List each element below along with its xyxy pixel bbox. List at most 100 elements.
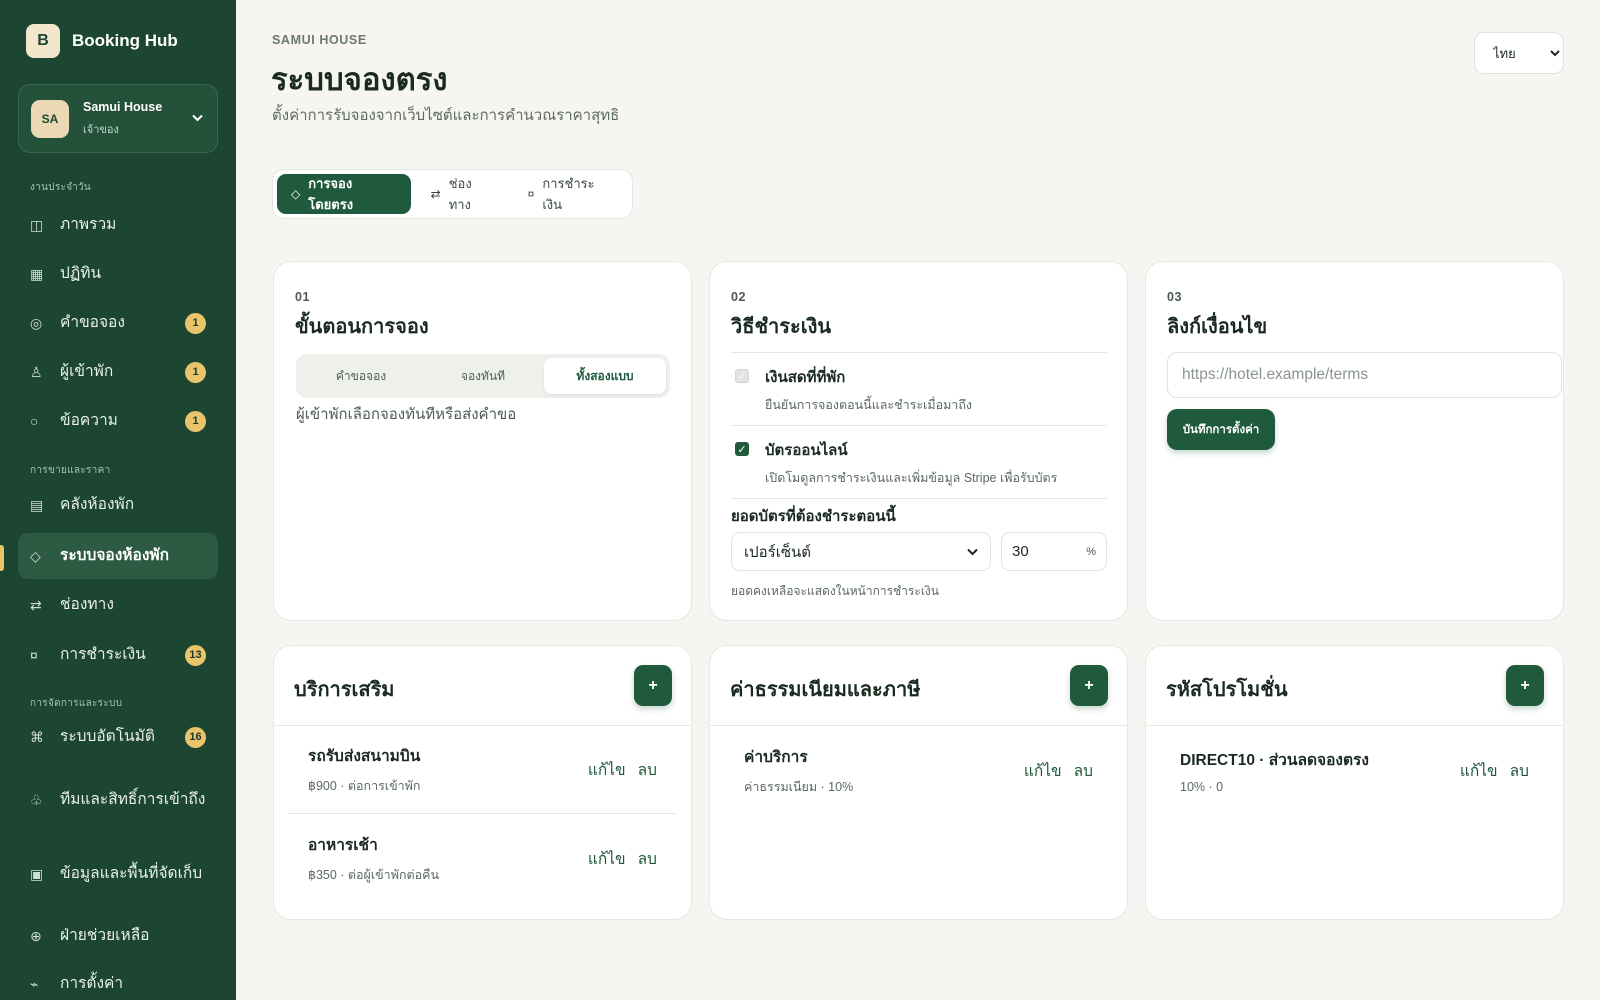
account-role: เจ้าของ	[83, 123, 119, 136]
sidebar-item-label: คลังห้องพัก	[60, 496, 135, 513]
brand-logo: B	[26, 24, 60, 58]
diamond-icon: ◇	[291, 187, 301, 201]
sidebar-item-label: คำขอจอง	[60, 314, 125, 331]
due-amount-input[interactable]: 30 %	[1001, 532, 1107, 571]
sidebar-item-label: ผู้เข้าพัก	[60, 363, 114, 380]
nav-section-daily: งานประจำวัน	[30, 182, 92, 193]
sidebar-item-label: การตั้งค่า	[60, 975, 124, 992]
storage-icon: ▣	[30, 865, 44, 882]
payment-method-cash: ✓ เงินสดที่ที่พัก ยืนยันการจองตอนนี้และช…	[731, 352, 1107, 425]
tab-direct-booking[interactable]: ◇ การจองโดยตรง	[277, 174, 411, 214]
item-name: DIRECT10 · ส่วนลดจองตรง	[1180, 751, 1369, 769]
currency-icon: ¤	[30, 647, 38, 663]
list-rows: รถรับส่งสนามบิน ฿900 · ต่อการเข้าพัก แก้…	[288, 726, 677, 902]
add-promo-button[interactable]: +	[1506, 665, 1544, 706]
support-icon: ⊕	[30, 927, 42, 944]
account-switcher[interactable]: SA Samui House เจ้าของ	[18, 84, 218, 153]
edit-link[interactable]: แก้ไข	[588, 846, 626, 871]
sidebar-item-label: ช่องทาง	[60, 596, 114, 613]
payment-method-desc: ยืนยันการจองตอนนี้และชำระเมื่อมาถึง	[765, 398, 973, 412]
currency-icon: ¤	[527, 187, 535, 201]
nav-section-management: การจัดการและระบบ	[30, 698, 123, 709]
mode-instant[interactable]: จองทันที	[422, 358, 544, 394]
add-service-button[interactable]: +	[634, 665, 672, 706]
property-eyebrow: SAMUI HOUSE	[272, 33, 367, 47]
terms-url-input[interactable]: https://hotel.example/terms	[1167, 352, 1562, 398]
calendar-icon: ▦	[30, 265, 44, 282]
item-desc: ฿900 · ต่อการเข้าพัก	[308, 779, 421, 793]
count-badge: 1	[185, 410, 206, 432]
sidebar-item-booking-engine[interactable]: ◇ ระบบจองห้องพัก	[18, 533, 218, 579]
sidebar-item-guests[interactable]: ♙ ผู้เข้าพัก 1	[18, 354, 218, 390]
item-name: รถรับส่งสนามบิน	[308, 748, 421, 765]
delete-link[interactable]: ลบ	[638, 757, 657, 782]
language-select[interactable]: ไทย	[1474, 32, 1564, 74]
addon-services-card: บริการเสริม + รถรับส่งสนามบิน ฿900 · ต่อ…	[273, 645, 692, 920]
due-amount-value: 30	[1012, 543, 1029, 560]
tab-payments[interactable]: ¤ การชำระเงิน	[514, 174, 628, 214]
online-card-checkbox[interactable]: ✓	[735, 442, 749, 456]
page-subtitle: ตั้งค่าการรับจองจากเว็บไซต์และการคำนวณรา…	[272, 107, 620, 124]
due-unit: %	[1086, 545, 1096, 558]
sidebar-item-label: ระบบจองห้องพัก	[60, 547, 169, 564]
sidebar-item-channels[interactable]: ⇄ ช่องทาง	[18, 587, 218, 623]
mode-both[interactable]: ทั้งสองแบบ	[544, 358, 666, 394]
brand[interactable]: B Booking Hub	[26, 24, 178, 58]
due-now-label: ยอดบัตรที่ต้องชำระตอนนี้	[731, 508, 896, 525]
payment-method-card: ✓ บัตรออนไลน์ เปิดโมดูลการชำระเงินและเพิ…	[731, 425, 1107, 499]
list-header: ค่าธรรมเนียมและภาษี +	[710, 646, 1127, 726]
active-indicator	[0, 545, 4, 571]
tab-label: การชำระเงิน	[542, 176, 595, 212]
chevron-down-icon	[967, 543, 978, 560]
sidebar-item-settings[interactable]: ⌁ การตั้งค่า	[18, 968, 218, 1000]
avatar: SA	[31, 99, 69, 138]
diamond-icon: ◇	[30, 547, 41, 564]
sidebar-item-overview[interactable]: ◫ ภาพรวม	[18, 207, 218, 243]
list-header: บริการเสริม +	[274, 646, 691, 726]
list-item: อาหารเช้า ฿350 · ต่อผู้เข้าพักต่อคืน แก้…	[288, 814, 677, 902]
sidebar-item-automation[interactable]: ⌘ ระบบอัตโนมัติ 16	[18, 719, 218, 755]
add-fee-button[interactable]: +	[1070, 665, 1108, 706]
tab-channels[interactable]: ⇄ ช่องทาง	[417, 174, 508, 214]
list-item: ค่าบริการ ค่าธรรมเนียม · 10% แก้ไข ลบ	[724, 726, 1113, 814]
mode-request[interactable]: คำขอจอง	[300, 358, 422, 394]
sidebar-item-booking-requests[interactable]: ◎ คำขอจอง 1	[18, 305, 218, 341]
page-title: ระบบจองตรง	[271, 62, 448, 97]
delete-link[interactable]: ลบ	[1074, 758, 1093, 783]
sidebar-item-label: ข้อความ	[60, 412, 118, 429]
overview-icon: ◫	[30, 216, 44, 233]
booking-mode-segmented: คำขอจอง จองทันที ทั้งสองแบบ	[296, 354, 670, 398]
sidebar-item-calendar[interactable]: ▦ ปฏิทิน	[18, 256, 218, 292]
tab-label: การจองโดยตรง	[308, 176, 354, 212]
payment-method-desc: เปิดโมดูลการชำระเงินและเพิ่มข้อมูล Strip…	[765, 471, 1058, 485]
booking-flow-card: 01 ขั้นตอนการจอง คำขอจอง จองทันที ทั้งสอ…	[273, 261, 692, 621]
sidebar-item-support[interactable]: ⊕ ฝ่ายช่วยเหลือ	[18, 918, 218, 954]
item-name: อาหารเช้า	[308, 836, 378, 854]
payment-method-name: บัตรออนไลน์	[765, 442, 848, 459]
edit-link[interactable]: แก้ไข	[1024, 758, 1062, 783]
list-rows: DIRECT10 · ส่วนลดจองตรง 10% · 0 แก้ไข ลบ	[1160, 726, 1549, 814]
delete-link[interactable]: ลบ	[638, 846, 657, 871]
delete-link[interactable]: ลบ	[1510, 758, 1529, 783]
sidebar-item-label: ภาพรวม	[60, 216, 117, 233]
list-title: รหัสโปรโมชั่น	[1166, 679, 1288, 701]
fees-taxes-card: ค่าธรรมเนียมและภาษี + ค่าบริการ ค่าธรรมเ…	[709, 645, 1128, 920]
edit-link[interactable]: แก้ไข	[588, 757, 626, 782]
message-icon: ○	[30, 413, 39, 429]
sidebar-item-payments[interactable]: ¤ การชำระเงิน 13	[18, 637, 218, 673]
due-type-select[interactable]: เปอร์เซ็นต์	[731, 532, 991, 571]
cash-checkbox[interactable]: ✓	[735, 369, 749, 383]
sidebar-item-data-storage[interactable]: ▣ ข้อมูลและพื้นที่จัดเก็บ	[18, 850, 218, 898]
sidebar-item-messages[interactable]: ○ ข้อความ 1	[18, 403, 218, 439]
card-title: ลิงก์เงื่อนไข	[1167, 316, 1268, 338]
card-number: 03	[1167, 290, 1182, 304]
sidebar-item-team-access[interactable]: ♧ ทีมและสิทธิ์การเข้าถึง	[18, 776, 218, 824]
save-settings-button[interactable]: บันทึกการตั้งค่า	[1167, 409, 1275, 450]
sidebar-item-inventory[interactable]: ▤ คลังห้องพัก	[18, 487, 218, 523]
tab-label: ช่องทาง	[448, 176, 472, 212]
edit-link[interactable]: แก้ไข	[1460, 758, 1498, 783]
list-title: ค่าธรรมเนียมและภาษี	[730, 679, 921, 701]
list-title: บริการเสริม	[294, 679, 395, 701]
chevron-down-icon[interactable]	[192, 113, 203, 125]
team-icon: ♧	[30, 791, 43, 808]
